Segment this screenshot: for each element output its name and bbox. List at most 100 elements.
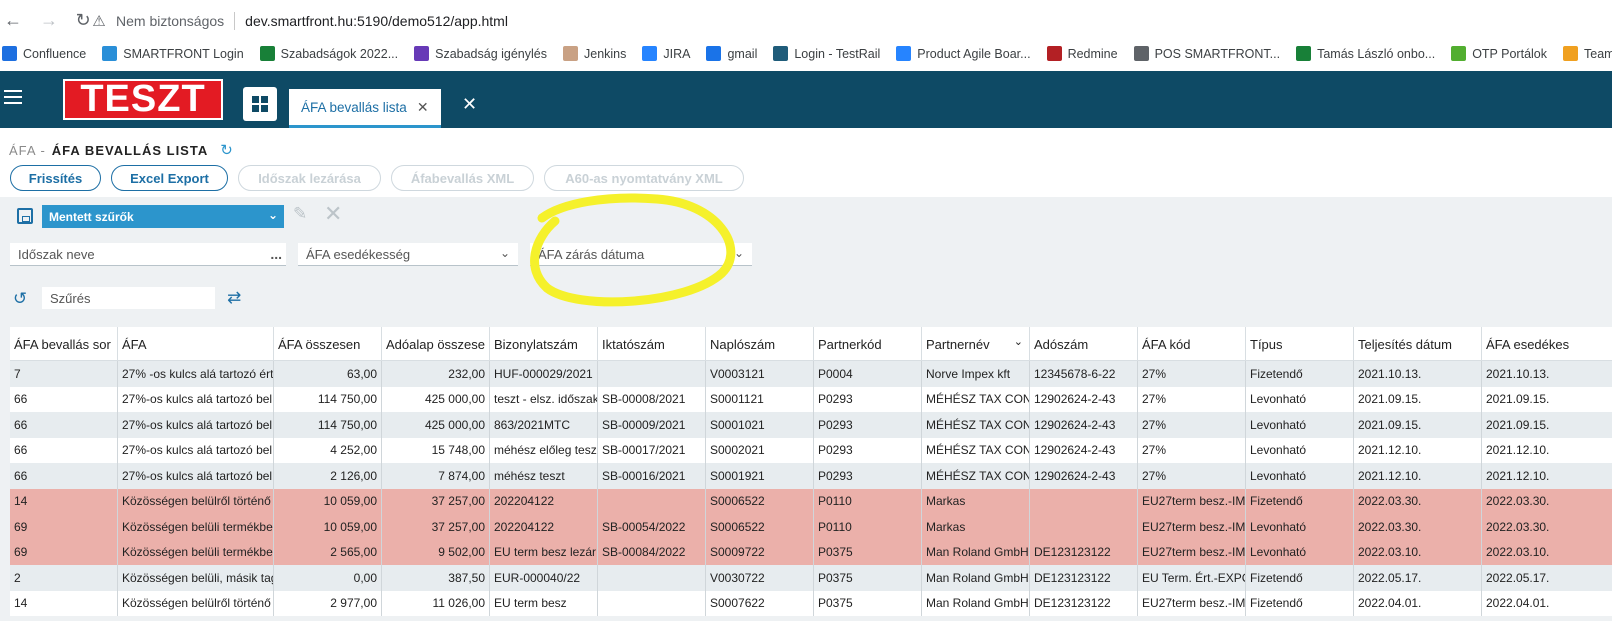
column-header[interactable]: Adóalap összese — [381, 327, 489, 361]
table-cell: 2021.10.13. — [1353, 361, 1481, 387]
column-header[interactable]: Partnerkód — [813, 327, 921, 361]
table-cell: Levonható — [1245, 463, 1353, 489]
table-cell: 2022.04.01. — [1353, 590, 1481, 616]
table-row[interactable]: 2 Közösségen belüli, másik tag 0,00 387,50 E… — [10, 565, 1612, 591]
table-row[interactable]: 7 27% -os kulcs alá tartozó ért 63,00 232,0… — [10, 361, 1612, 387]
url-text[interactable]: dev.smartfront.hu:5190/demo512/app.html — [245, 13, 508, 29]
bookmark-item[interactable]: Jenkins — [563, 46, 626, 61]
bookmark-item[interactable]: OTP Portálok — [1451, 46, 1547, 61]
table-header: ÁFA bevallás sor ÁFA ÁFA összesen Adóalap ö… — [10, 327, 1612, 361]
refresh-button[interactable]: Frissítés — [10, 165, 101, 191]
table-cell: 425 000,00 — [381, 386, 489, 412]
column-header[interactable]: Naplószám — [705, 327, 813, 361]
table-cell: 0,00 — [273, 565, 381, 591]
bookmark-item[interactable]: Redmine — [1046, 46, 1118, 61]
column-header[interactable]: Típus — [1245, 327, 1353, 361]
bookmark-item[interactable]: Login - TestRail — [773, 46, 880, 61]
hamburger-menu-icon[interactable] — [4, 90, 22, 106]
saved-filters-dropdown[interactable]: Mentett szűrők ⌄ — [42, 205, 284, 228]
table-cell: 7 — [14, 366, 21, 381]
column-header[interactable]: ÁFA bevallás sor — [10, 327, 117, 361]
close-all-tabs-icon[interactable]: ✕ — [462, 94, 477, 115]
table-row[interactable]: 66 27%-os kulcs alá tartozó bel 114 750,00… — [10, 412, 1612, 438]
swap-icon[interactable]: ⇄ — [227, 288, 241, 308]
forward-arrow-icon[interactable]: → — [36, 7, 62, 33]
column-header[interactable]: Adószám — [1029, 327, 1137, 361]
refresh-icon[interactable]: ↻ — [220, 141, 234, 159]
table-cell: 37 257,00 — [381, 514, 489, 540]
period-name-field[interactable]: Időszak neve ... — [10, 243, 286, 266]
table-cell: S0002021 — [705, 437, 813, 463]
table-cell: Közösségen belülről történő — [117, 488, 273, 514]
column-header-label: ÁFA — [122, 336, 147, 352]
table-cell: 2022.03.30. — [1481, 488, 1596, 514]
save-filter-icon[interactable] — [17, 208, 33, 224]
more-icon[interactable]: ... — [270, 246, 282, 262]
tab-close-icon[interactable]: ✕ — [417, 99, 429, 116]
table-cell: S0001121 — [705, 386, 813, 412]
bookmark-item[interactable]: Tamás László onbo... — [1296, 46, 1435, 61]
close-period-button[interactable]: Időszak lezárása — [238, 165, 381, 191]
period-name-placeholder: Időszak neve — [18, 246, 95, 262]
delete-filter-icon[interactable]: ✕ — [324, 201, 342, 227]
bookmark-item[interactable]: POS SMARTFRONT... — [1133, 46, 1280, 61]
table-cell: P0375 — [813, 565, 921, 591]
back-arrow-icon[interactable]: ← — [0, 7, 26, 33]
bookmark-item[interactable]: Teampass — [1563, 46, 1612, 61]
bookmark-item[interactable]: Szabadság igénylés — [414, 46, 547, 61]
bookmark-item[interactable]: JIRA — [642, 46, 690, 61]
table-cell: 66 — [14, 468, 28, 483]
column-header[interactable]: ÁFA összesen — [273, 327, 381, 361]
table-cell: 27%-os kulcs alá tartozó bel — [117, 386, 273, 412]
table-row[interactable]: 14 Közösségen belülről történő 10 059,00 37… — [10, 488, 1612, 514]
table-cell: Közösségen belüli, másik tag — [117, 565, 273, 591]
sort-chevron-icon[interactable]: ⌄ — [1014, 335, 1023, 348]
dashboard-button[interactable] — [243, 87, 277, 121]
table-cell: 2021.09.15. — [1353, 386, 1481, 412]
excel-export-button[interactable]: Excel Export — [111, 165, 228, 191]
vat-due-select[interactable]: ÁFA esedékesség ⌄ — [298, 243, 518, 266]
vat-close-date-select[interactable]: ÁFA zárás dátuma ⌄ — [530, 243, 752, 266]
column-header[interactable]: ÁFA kód — [1137, 327, 1245, 361]
bookmark-item[interactable]: Szabadságok 2022... — [259, 46, 398, 61]
table-cell: 232,00 — [381, 361, 489, 387]
vat-return-xml-button[interactable]: Áfabevallás XML — [391, 165, 534, 191]
table-cell: 10 059,00 — [273, 488, 381, 514]
address-bar[interactable]: ⚠ Nem biztonságos dev.smartfront.hu:5190… — [90, 8, 508, 34]
column-header[interactable]: Bizonylatszám — [489, 327, 597, 361]
bookmark-item[interactable]: Product Agile Boar... — [896, 46, 1031, 61]
column-header[interactable]: Partnernév ⌄ — [921, 327, 1029, 361]
app-header: TESZT ÁFA bevallás lista ✕ ✕ — [0, 71, 1612, 128]
bookmark-item[interactable]: SMARTFRONT Login — [102, 46, 244, 61]
table-row[interactable]: 14 Közösségen belülről történő 2 977,00 11 … — [10, 590, 1612, 616]
warning-icon[interactable]: ⚠ — [90, 12, 108, 30]
table-row[interactable]: 69 Közösségen belüli termékbe 2 565,00 9 50… — [10, 539, 1612, 565]
reset-filter-icon[interactable]: ↺ — [13, 289, 27, 309]
sheets-icon — [259, 46, 275, 61]
redmine-icon — [1046, 46, 1062, 61]
column-header-label: ÁFA bevallás sor — [14, 336, 111, 352]
table-cell: 12902624-2-43 — [1029, 386, 1137, 412]
column-header[interactable]: Iktatószám — [597, 327, 705, 361]
search-input[interactable]: Szűrés — [42, 287, 215, 309]
table-row[interactable]: 66 27%-os kulcs alá tartozó bel 2 126,00 7 … — [10, 463, 1612, 489]
table-cell: MÉHÉSZ TAX CONS — [921, 463, 1029, 489]
table-row[interactable]: 66 27%-os kulcs alá tartozó bel 4 252,00 15… — [10, 437, 1612, 463]
pencil-icon[interactable]: ✎ — [293, 204, 307, 224]
table-cell: 2021.12.10. — [1481, 437, 1596, 463]
table-cell: MÉHÉSZ TAX CONS — [921, 386, 1029, 412]
column-header[interactable]: ÁFA esedékes — [1481, 327, 1596, 361]
bookmark-label: Redmine — [1067, 46, 1118, 61]
table-cell: 27%-os kulcs alá tartozó bel — [117, 437, 273, 463]
bookmark-item[interactable]: Confluence — [2, 46, 86, 61]
table-row[interactable]: 69 Közösségen belüli termékbe 10 059,00 37 … — [10, 514, 1612, 540]
column-header[interactable]: ÁFA — [117, 327, 273, 361]
table-cell: 863/2021MTC — [489, 412, 597, 438]
breadcrumb-parent[interactable]: ÁFA - — [9, 143, 46, 158]
tab-vat-return-list[interactable]: ÁFA bevallás lista ✕ — [289, 89, 441, 128]
table-row[interactable]: 66 27%-os kulcs alá tartozó bel 114 750,00… — [10, 386, 1612, 412]
column-header[interactable]: Teljesítés dátum — [1353, 327, 1481, 361]
bookmark-item[interactable]: gmail — [706, 46, 757, 61]
table-cell: P0110 — [813, 514, 921, 540]
a60-xml-button[interactable]: A60-as nyomtatvány XML — [544, 165, 744, 191]
